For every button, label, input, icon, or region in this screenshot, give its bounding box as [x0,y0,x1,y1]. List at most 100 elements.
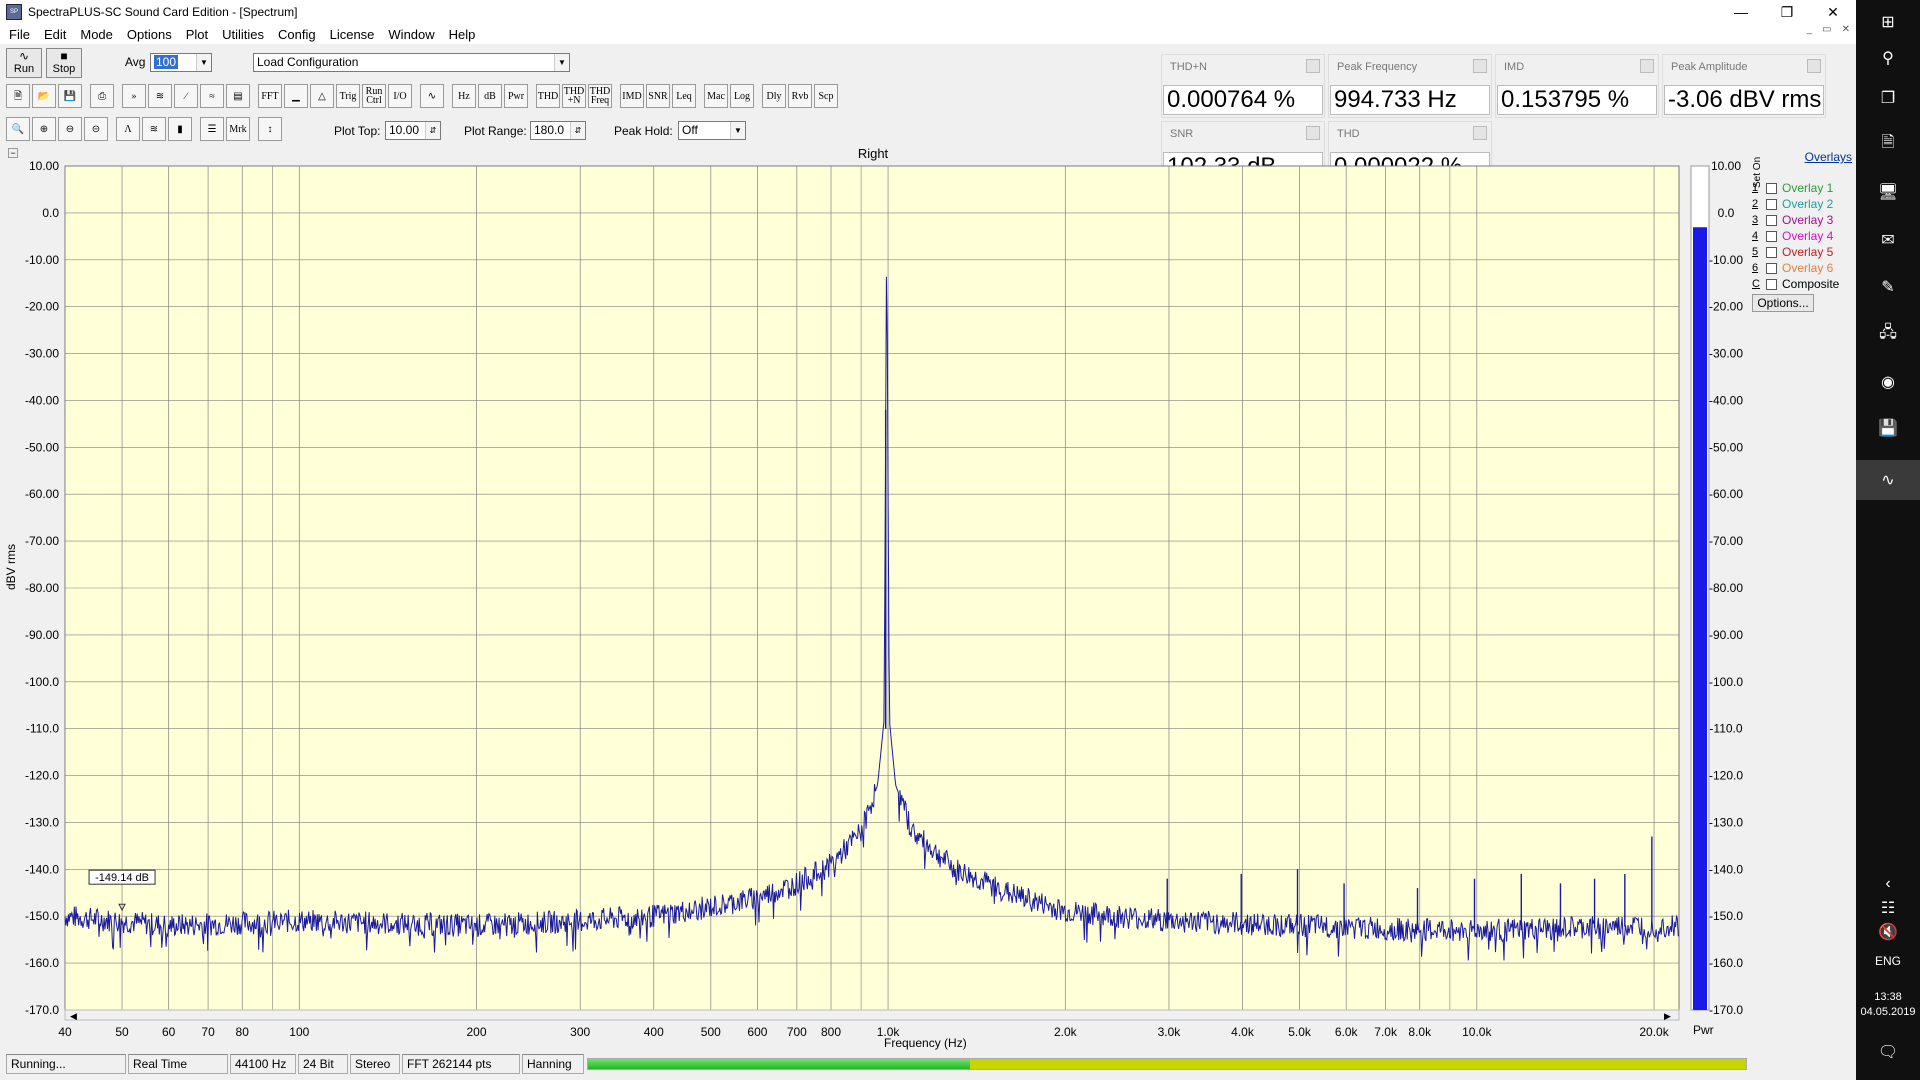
y-tick-label: -110.0 [26,722,59,736]
x-tick-label: 100 [289,1025,309,1039]
y-tick-label-right: -70.00 [1709,534,1743,548]
y-tick-label-right: -120.0 [1709,769,1743,783]
language-indicator[interactable]: ENG [1856,954,1920,968]
plot-scrollbar[interactable]: ◀ ▶ [64,1009,1680,1021]
windows-start-icon[interactable]: ⊞ [1876,10,1900,34]
overlay-checkbox[interactable] [1766,198,1777,210]
overlay-number[interactable]: 6 [1752,262,1764,274]
x-tick-label: 5.0k [1288,1025,1312,1039]
chevron-left-icon[interactable]: ‹ [1876,872,1900,896]
overlay-checkbox[interactable] [1766,214,1777,226]
y-tick-label: -140.0 [25,862,59,876]
y-tick-label-right: -40.00 [1709,393,1743,407]
overlay-label: Overlay 6 [1782,261,1834,275]
overlay-checkbox[interactable] [1766,278,1777,290]
overlay-row[interactable]: 3 Overlay 3 [1752,212,1852,228]
y-tick-label: -10.00 [25,253,59,267]
spectraplus-taskbar-icon[interactable]: ∿ [1856,460,1920,500]
y-tick-label-right: 0.0 [1718,206,1735,220]
overlay-row[interactable]: C Composite [1752,276,1852,292]
y-tick-label: -120.0 [25,769,59,783]
status-rate: 44100 Hz [230,1054,296,1074]
overlay-row[interactable]: 6 Overlay 6 [1752,260,1852,276]
x-tick-label: 10.0k [1462,1025,1492,1039]
marker-label: -149.14 dB [95,872,149,884]
power-bar [1690,165,1710,1011]
overlay-checkbox[interactable] [1766,230,1777,242]
y-tick-label-right: -140.0 [1709,862,1743,876]
x-tick-label: 7.0k [1374,1025,1398,1039]
y-tick-label-right: 10.00 [1711,159,1741,173]
x-tick-label: 600 [747,1025,767,1039]
overlay-number[interactable]: 3 [1752,214,1764,226]
scroll-left-icon[interactable]: ◀ [70,1011,77,1021]
status-mode: Real Time [128,1054,228,1074]
x-tick-label: 400 [644,1025,664,1039]
notifications-icon[interactable]: 🗨 [1876,1040,1900,1064]
overlay-row[interactable]: 5 Overlay 5 [1752,244,1852,260]
set-on-label: Set On [1752,156,1763,188]
overlay-number[interactable]: 5 [1752,246,1764,258]
y-tick-label: 10.00 [29,159,59,173]
chrome-icon[interactable]: ◉ [1876,370,1900,394]
spectrum-chart[interactable]: 10.00 10.00 0.0 0.0 -10.00 -10.00 -20.00 -20.00… [0,0,1856,1060]
volume-muted-icon[interactable]: 🔇 [1876,920,1900,944]
x-tick-label: 6.0k [1335,1025,1359,1039]
status-window: Hanning [522,1054,584,1074]
x-tick-label: 700 [787,1025,807,1039]
mail-app-icon[interactable]: ✉ [1876,228,1900,252]
x-tick-label: 8.0k [1408,1025,1432,1039]
y-tick-label-right: -90.00 [1709,628,1743,642]
input-level-bar [587,1058,1747,1070]
overlay-number[interactable]: 4 [1752,230,1764,242]
power-bar-fill [1693,227,1707,1011]
document-app-icon[interactable]: 🗎 [1876,132,1900,156]
notes-app-icon[interactable]: ✎ [1876,275,1900,299]
overlays-panel: Overlays Set On 1 Overlay 1 2 Overlay 2 3 Ove… [1752,150,1852,312]
overlay-checkbox[interactable] [1766,182,1777,194]
clock[interactable]: 13:38 04.05.2019 [1856,990,1920,1020]
y-tick-label-right: -160.0 [1709,956,1743,970]
tray-icons[interactable]: ☷ [1876,896,1900,920]
input-level-fill [588,1059,971,1069]
taskbar: ⊞ ⚲ ❐ 🗎 🖥 ✉ ✎ 🖧 ◉ 💾 ∿ ‹ ☷ 🔇 ENG 13:38 04… [1856,0,1920,1080]
app-window: SP SpectraPLUS-SC Sound Card Edition - [… [0,0,1856,1080]
x-tick-label: 300 [570,1025,590,1039]
x-tick-label: 2.0k [1054,1025,1078,1039]
overlay-checkbox[interactable] [1766,246,1777,258]
x-tick-label: 20.0k [1639,1025,1669,1039]
x-tick-label: 800 [821,1025,841,1039]
overlays-header[interactable]: Overlays [1752,150,1852,164]
scroll-right-icon[interactable]: ▶ [1664,1011,1671,1021]
y-tick-label: -70.00 [25,534,59,548]
y-tick-label-right: -50.00 [1709,440,1743,454]
y-tick-label-right: -130.0 [1709,815,1743,829]
search-icon[interactable]: ⚲ [1876,46,1900,70]
overlay-row[interactable]: 1 Overlay 1 [1752,180,1852,196]
task-view-icon[interactable]: ❐ [1876,86,1900,110]
windows-app-icon[interactable]: 🖥 [1876,180,1900,204]
y-tick-label: -90.00 [25,628,59,642]
status-state: Running... [6,1054,126,1074]
overlay-number[interactable]: C [1752,278,1764,290]
y-tick-label: -50.00 [25,440,59,454]
overlay-row[interactable]: 2 Overlay 2 [1752,196,1852,212]
scrollbar-track[interactable] [64,1009,1680,1021]
x-tick-label: 80 [236,1025,250,1039]
y-tick-label: -80.00 [25,581,59,595]
status-bits: 24 Bit [298,1054,348,1074]
y-tick-label: 0.0 [42,206,59,220]
y-tick-label-right: -10.00 [1709,253,1743,267]
y-tick-label: -130.0 [25,815,59,829]
y-tick-label: -20.00 [25,300,59,314]
y-tick-label-right: -150.0 [1709,909,1743,923]
save-app-icon[interactable]: 💾 [1876,416,1900,440]
options-button[interactable]: Options... [1752,294,1814,312]
network-app-icon[interactable]: 🖧 [1876,322,1900,346]
input-level-fill-secondary [970,1059,1746,1069]
overlay-number[interactable]: 2 [1752,198,1764,210]
overlay-row[interactable]: 4 Overlay 4 [1752,228,1852,244]
overlay-label: Overlay 5 [1782,245,1834,259]
overlay-checkbox[interactable] [1766,262,1777,274]
y-tick-label-right: -110.0 [1709,722,1742,736]
